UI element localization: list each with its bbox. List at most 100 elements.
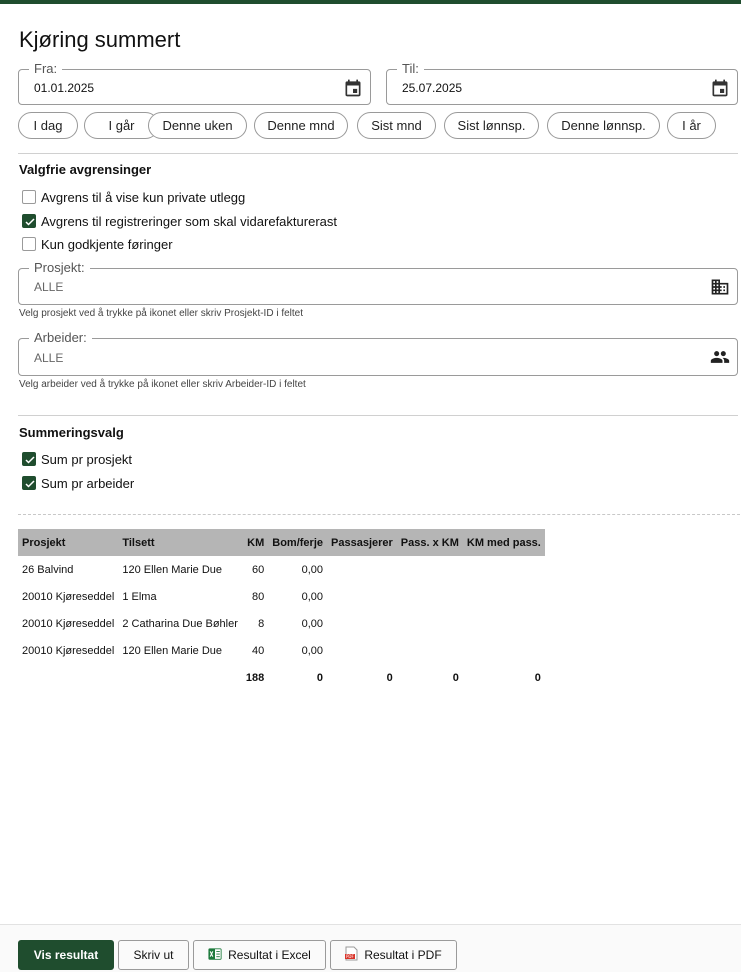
print-button[interactable]: Skriv ut (118, 940, 189, 970)
chip-this-week[interactable]: Denne uken (148, 112, 247, 139)
divider (18, 415, 738, 416)
cell-project: 20010 Kjøreseddel (22, 644, 115, 657)
table-row: 26 Balvind 120 Ellen Marie Due 60 0,00 (18, 556, 545, 583)
cell-km: 60 (252, 563, 265, 576)
pdf-icon: PDF (345, 946, 358, 964)
calendar-icon[interactable] (710, 78, 730, 98)
cell-pass-x-km (397, 610, 463, 637)
excel-icon (208, 947, 222, 964)
table-row: 20010 Kjøreseddel 2 Catharina Due Bøhler… (18, 610, 545, 637)
filter-reinvoice[interactable]: Avgrens til registreringer som skal vida… (22, 213, 337, 229)
calendar-icon[interactable] (343, 78, 363, 98)
worker-hint: Velg arbeider ved å trykke på ikonet ell… (19, 379, 306, 390)
page-title: Kjøring summert (19, 27, 181, 52)
total-pass-x-km: 0 (452, 671, 459, 684)
cell-pass-x-km (397, 556, 463, 583)
checkbox[interactable] (22, 237, 36, 251)
checkbox-label: Sum pr prosjekt (41, 451, 133, 467)
cell-employee: 1 Elma (122, 590, 157, 603)
chip-this-year[interactable]: I år (667, 112, 716, 139)
col-km-with-pass: KM med pass. (462, 529, 545, 556)
from-date-field[interactable]: Fra: 01.01.2025 (18, 62, 371, 105)
cell-project: 20010 Kjøreseddel (22, 590, 115, 603)
table-totals-row: 188 0 0 0 0 (18, 664, 545, 691)
sum-per-project[interactable]: Sum pr prosjekt (22, 451, 132, 467)
cell-employee: 2 Catharina Due Bøhler (122, 617, 238, 630)
pdf-label: Resultat i PDF (364, 948, 442, 962)
worker-field[interactable]: Arbeider: ALLE (18, 331, 738, 376)
checkbox-checked[interactable] (22, 476, 36, 490)
show-result-label: Vis resultat (33, 948, 99, 962)
checkbox-checked[interactable] (22, 452, 36, 466)
project-hint: Velg prosjekt ved å trykke på ikonet ell… (19, 308, 304, 319)
check-icon (25, 218, 35, 226)
checkbox-checked[interactable] (22, 214, 36, 228)
cell-pass-x-km (397, 583, 463, 610)
total-toll-ferry: 0 (316, 671, 324, 684)
checkbox-label: Kun godkjente føringer (41, 236, 173, 252)
filter-private-expenses[interactable]: Avgrens til å vise kun private utlegg (22, 189, 245, 205)
excel-button[interactable]: Resultat i Excel (193, 940, 326, 970)
to-date-value[interactable]: 25.07.2025 (402, 81, 462, 95)
total-employee (118, 664, 242, 691)
building-icon[interactable] (710, 277, 730, 297)
table-header-row: Prosjekt Tilsett KM Bom/ferje Passasjere… (18, 529, 545, 556)
table-row: 20010 Kjøreseddel 1 Elma 80 0,00 (18, 583, 545, 610)
divider (18, 153, 738, 154)
checkbox-label: Avgrens til å vise kun private utlegg (41, 189, 246, 205)
worker-label: Arbeider: (29, 331, 92, 345)
pdf-button[interactable]: PDF Resultat i PDF (330, 940, 457, 970)
project-field[interactable]: Prosjekt: ALLE (18, 261, 738, 305)
chip-today[interactable]: I dag (18, 112, 78, 139)
cell-employee: 120 Ellen Marie Due (122, 644, 223, 657)
check-icon (25, 480, 35, 488)
checkbox-label: Sum pr arbeider (41, 475, 135, 491)
worker-value[interactable]: ALLE (34, 351, 63, 365)
check-icon (25, 456, 35, 464)
svg-text:PDF: PDF (346, 954, 354, 959)
show-result-button[interactable]: Vis resultat (18, 940, 114, 970)
col-passengers: Passasjerer (327, 529, 397, 556)
from-date-value[interactable]: 01.01.2025 (34, 81, 94, 95)
cell-passengers (327, 583, 397, 610)
sum-per-worker[interactable]: Sum pr arbeider (22, 475, 134, 491)
cell-passengers (327, 637, 397, 664)
cell-employee: 120 Ellen Marie Due (122, 563, 223, 576)
cell-pass-x-km (397, 637, 463, 664)
results-table: Prosjekt Tilsett KM Bom/ferje Passasjere… (18, 529, 545, 691)
chip-last-month[interactable]: Sist mnd (357, 112, 436, 139)
from-date-label: Fra: (29, 62, 63, 76)
cell-km: 80 (252, 590, 265, 603)
dashed-divider (18, 514, 740, 515)
chip-this-payroll[interactable]: Denne lønnsp. (547, 112, 660, 139)
people-icon[interactable] (710, 347, 730, 367)
cell-toll-ferry: 0,00 (301, 590, 324, 603)
cell-km: 8 (258, 617, 265, 630)
cell-km-with-pass (463, 637, 545, 664)
cell-km-with-pass (463, 610, 545, 637)
col-km: KM (241, 529, 269, 556)
cell-km-with-pass (463, 556, 545, 583)
cell-project: 20010 Kjøreseddel (22, 617, 115, 630)
table-row: 20010 Kjøreseddel 120 Ellen Marie Due 40… (18, 637, 545, 664)
col-pass-x-km: Pass. x KM (396, 529, 463, 556)
total-km: 188 (245, 671, 265, 684)
checkbox[interactable] (22, 190, 36, 204)
cell-toll-ferry: 0,00 (301, 563, 324, 576)
filter-approved-only[interactable]: Kun godkjente føringer (22, 236, 173, 252)
project-value[interactable]: ALLE (34, 280, 63, 294)
col-toll-ferry: Bom/ferje (268, 529, 328, 556)
excel-label: Resultat i Excel (228, 948, 311, 962)
total-km-with-pass: 0 (534, 671, 541, 684)
total-passengers: 0 (386, 671, 393, 684)
chip-this-month[interactable]: Denne mnd (254, 112, 348, 139)
total-project (18, 664, 118, 691)
to-date-field[interactable]: Til: 25.07.2025 (386, 62, 738, 105)
project-label: Prosjekt: (29, 261, 90, 275)
cell-project: 26 Balvind (22, 563, 74, 576)
to-date-label: Til: (397, 62, 424, 76)
cell-km-with-pass (463, 583, 545, 610)
chip-last-payroll[interactable]: Sist lønnsp. (444, 112, 539, 139)
cell-toll-ferry: 0,00 (301, 617, 324, 630)
cell-toll-ferry: 0,00 (301, 644, 324, 657)
